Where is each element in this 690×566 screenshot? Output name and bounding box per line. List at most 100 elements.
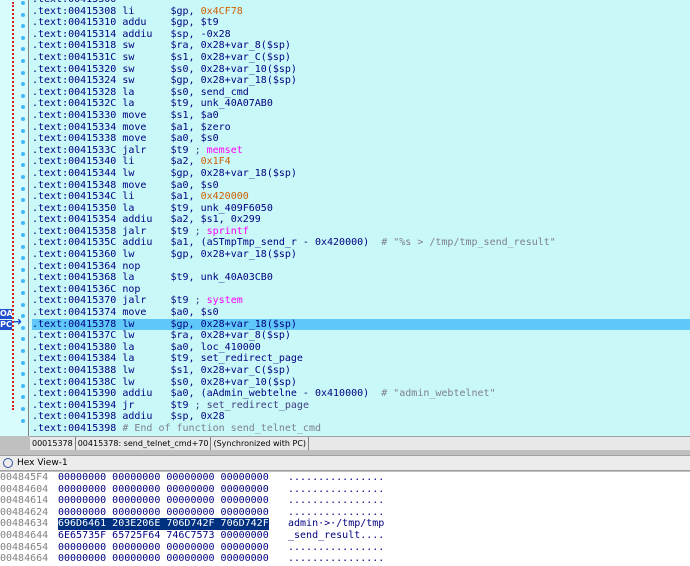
line-marker-dot: [21, 279, 25, 284]
line-marker-dot: [21, 221, 25, 226]
instruction-line[interactable]: .text:00415314 addiu $sp, -0x28: [32, 29, 690, 41]
instruction-line[interactable]: .text:0041538C lw $s0, 0x28+var_10($sp): [32, 377, 690, 389]
instruction-line[interactable]: .text:00415320 sw $s0, 0x28+var_10($sp): [32, 64, 690, 76]
hex-row[interactable]: 004845F4 00000000 00000000 00000000 00000…: [0, 472, 690, 484]
line-mnemonic: li: [116, 156, 171, 168]
hex-ascii: ................: [288, 553, 385, 565]
hex-bytes: 00000000 00000000 00000000 00000000: [58, 541, 269, 553]
line-address: .text:00415308: [32, 5, 117, 17]
instruction-line[interactable]: .text:0041534C li $a1, 0x420000: [32, 191, 690, 203]
hex-bytes: 00000000 00000000 00000000 00000000: [58, 472, 269, 483]
instruction-line[interactable]: .text:00415330 move $s1, $a0: [32, 110, 690, 122]
line-address: .text:00415384: [32, 353, 117, 365]
line-mnemonic: sw: [116, 75, 171, 87]
instruction-line[interactable]: .text:00415388 lw $s1, 0x28+var_C($sp): [32, 365, 690, 377]
instruction-line[interactable]: .text:00415348 move $a0, $s0: [32, 180, 690, 192]
line-operand: $gp,: [170, 5, 201, 17]
line-marker-dot: [21, 117, 25, 121]
line-marker-dot: [21, 267, 25, 272]
instruction-line[interactable]: .text:00415398 # End of function send_te…: [32, 423, 690, 435]
instruction-line[interactable]: .text:00415390 addiu $a0, (aAdmin_webtel…: [32, 388, 690, 400]
line-operand: $t9: [170, 295, 195, 307]
instruction-line[interactable]: .text:00415370 jalr $t9 ; system: [32, 295, 690, 307]
hex-address: 004845F4: [0, 472, 49, 483]
line-mnemonic: move: [116, 109, 171, 121]
instruction-line[interactable]: .text:00415310 addu $gp, $t9: [32, 17, 690, 29]
hex-row-selected[interactable]: 00484634 696D6461 203E206E 706D742F 706D7…: [0, 518, 690, 530]
instruction-line[interactable]: .text:0041537C lw $ra, 0x28+var_8($sp): [32, 330, 690, 342]
line-mnemonic: la: [116, 341, 171, 353]
instruction-line[interactable]: .text:0041536C nop: [32, 284, 690, 296]
line-mnemonic: move: [116, 133, 171, 145]
line-operand: ;: [194, 225, 207, 237]
instruction-line[interactable]: .text:0041535C addiu $a1, (aSTmpTmp_send…: [32, 237, 690, 249]
line-marker-dot: [21, 105, 25, 110]
hex-row[interactable]: 00484644 6E65735F 65725F64 746C7573 00000…: [0, 530, 690, 542]
line-address: .text:00415378: [32, 318, 117, 330]
instruction-line[interactable]: .text:00415394 jr $t9 ; set_redirect_pag…: [32, 400, 690, 412]
line-mnemonic: addiu: [116, 388, 171, 400]
line-operand: $a0, loc_410000: [170, 341, 261, 353]
line-operand: # "admin_webtelnet": [381, 388, 496, 400]
line-address: .text:00415320: [32, 63, 117, 75]
instruction-line[interactable]: .text:00415354 addiu $a2, $s1, 0x299: [32, 214, 690, 226]
instruction-line[interactable]: .text:00415334 move $a1, $zero: [32, 122, 690, 134]
line-operand: $s1, 0x28+var_C($sp): [170, 365, 291, 376]
instruction-line[interactable]: .text:00415368 la $t9, unk_40A03CB0: [32, 272, 690, 284]
line-mnemonic: lw: [116, 318, 171, 330]
instruction-line[interactable]: .text:00415374 move $a0, $s0: [32, 307, 690, 319]
instruction-line[interactable]: .text:00415350 la $t9, unk_409F6050: [32, 203, 690, 215]
instruction-line[interactable]: .text:00415324 sw $gp, 0x28+var_18($sp): [32, 75, 690, 87]
line-operand: $a0, (aAdmin_webtelne - 0x410000): [170, 388, 382, 400]
line-address: .text:00415374: [32, 307, 117, 319]
hex-bytes: 6E65735F 65725F64 746C7573 00000000: [58, 529, 269, 541]
hex-row[interactable]: 00484654 00000000 00000000 00000000 00000…: [0, 542, 690, 554]
hex-address: 00484624: [0, 506, 49, 518]
line-address: .text:00415314: [32, 28, 117, 40]
line-marker-dot: [21, 151, 25, 156]
line-address: .text:00415394: [32, 399, 117, 411]
line-mnemonic: move: [116, 179, 171, 191]
line-address: .text:00415354: [32, 214, 117, 226]
instruction-line[interactable]: .text:00415358 jalr $t9 ; sprintf: [32, 226, 690, 238]
hex-row[interactable]: 00484604 00000000 00000000 00000000 00000…: [0, 484, 690, 496]
instruction-line[interactable]: .text:00415360 lw $gp, 0x28+var_18($sp): [32, 249, 690, 261]
line-operand: $sp, 0x28: [170, 411, 225, 423]
hex-address: 00484644: [0, 529, 49, 541]
instruction-line[interactable]: .text:00415338 move $a0, $s0: [32, 133, 690, 145]
instruction-line[interactable]: .text:00415328 la $s0, send_cmd: [32, 87, 690, 99]
line-operand: $a0, $s0: [170, 133, 219, 145]
instruction-line[interactable]: .text:00415380 la $a0, loc_410000: [32, 342, 690, 354]
hex-row[interactable]: 00484614 00000000 00000000 00000000 00000…: [0, 495, 690, 507]
instruction-line[interactable]: .text:00415398 addiu $sp, 0x28: [32, 411, 690, 423]
current-instruction-line[interactable]: .text:00415378 lw $gp, 0x28+var_18($sp): [32, 318, 690, 331]
instruction-line[interactable]: .text:00415318 sw $ra, 0x28+var_8($sp): [32, 40, 690, 52]
line-address: .text:00415364: [32, 260, 117, 272]
line-address: .text:00415340: [32, 156, 117, 168]
instruction-line[interactable]: .text:00415384 la $t9, set_redirect_page: [32, 353, 690, 365]
hex-row[interactable]: 00484624 00000000 00000000 00000000 00000…: [0, 507, 690, 519]
branch-arrow-line: [12, 2, 14, 410]
line-marker-dot: [21, 1, 25, 5]
disasm-status-bar: 00015378 00415378: send_telnet_cmd+70 (Syn…: [30, 436, 690, 450]
instruction-line[interactable]: .text:0041532C la $t9, unk_40A07AB0: [32, 98, 690, 110]
line-marker-dot: [21, 418, 25, 423]
line-marker-dot: [21, 186, 25, 191]
line-mnemonic: nop: [116, 260, 171, 272]
line-operand: $s1, $a0: [170, 109, 219, 121]
line-address: .text:0041538C: [32, 376, 117, 388]
instruction-line[interactable]: .text:0041533C jalr $t9 ; memset: [32, 145, 690, 157]
line-operand: # End of function send_telnet_cmd: [116, 422, 321, 434]
hex-row[interactable]: 00484664 00000000 00000000 00000000 00000…: [0, 553, 690, 565]
instruction-line[interactable]: .text:00415344 lw $gp, 0x28+var_18($sp): [32, 168, 690, 180]
instruction-line[interactable]: .text:00415308 li $gp, 0x4CF78: [32, 6, 690, 18]
line-address: .text:0041533C: [32, 144, 117, 156]
line-mnemonic: lw: [116, 249, 171, 261]
instruction-line[interactable]: .text:00415340 li $a2, 0x1F4: [32, 156, 690, 168]
instruction-line[interactable]: .text:00415364 nop: [32, 261, 690, 273]
hex-view-tab[interactable]: Hex View-1: [0, 455, 690, 471]
disassembly-view[interactable]: OA PC ➜ .text:00415300.text:00415308 li …: [0, 0, 690, 436]
hex-view[interactable]: 004845F4 00000000 00000000 00000000 00000…: [0, 472, 690, 566]
line-address: .text:00415344: [32, 167, 117, 179]
instruction-line[interactable]: .text:0041531C sw $s1, 0x28+var_C($sp): [32, 52, 690, 64]
